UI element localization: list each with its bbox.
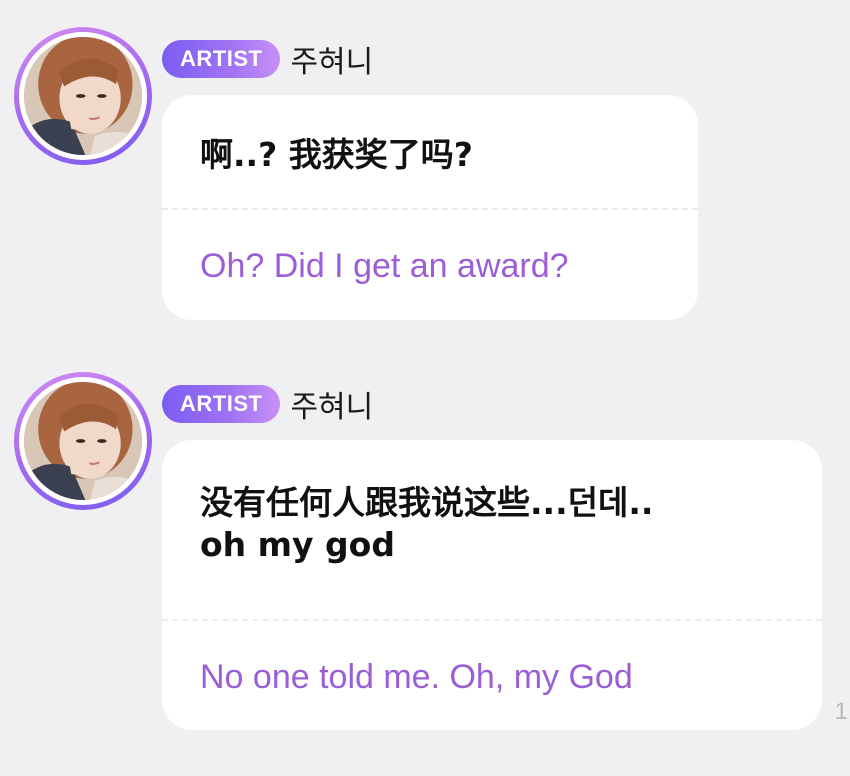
avatar[interactable] <box>14 372 152 510</box>
message-bubble[interactable]: 没有任何人跟我说这些...던데.. oh my god No one told … <box>162 440 822 730</box>
edge-mark: 1 <box>834 698 848 725</box>
sender-name[interactable]: 주혀니 <box>290 382 373 426</box>
avatar-gap <box>19 32 147 160</box>
original-text: 没有任何人跟我说这些...던데.. oh my god <box>200 483 654 564</box>
sender-row: ARTIST 주혀니 <box>162 382 373 426</box>
avatar-gap <box>19 377 147 505</box>
avatar[interactable] <box>14 27 152 165</box>
artist-badge: ARTIST <box>162 40 281 78</box>
bubble-divider <box>162 619 822 621</box>
translated-text: No one told me. Oh, my God <box>200 658 633 696</box>
translated-text: Oh? Did I get an award? <box>200 247 569 285</box>
profile-photo-icon <box>24 382 142 500</box>
artist-badge: ARTIST <box>162 385 281 423</box>
sender-row: ARTIST 주혀니 <box>162 37 373 81</box>
sender-name[interactable]: 주혀니 <box>290 37 373 81</box>
profile-photo-icon <box>24 37 142 155</box>
original-text: 啊..? 我获奖了吗? <box>200 135 473 174</box>
message-bubble[interactable]: 啊..? 我获奖了吗? Oh? Did I get an award? <box>162 95 698 320</box>
bubble-divider <box>162 208 698 210</box>
